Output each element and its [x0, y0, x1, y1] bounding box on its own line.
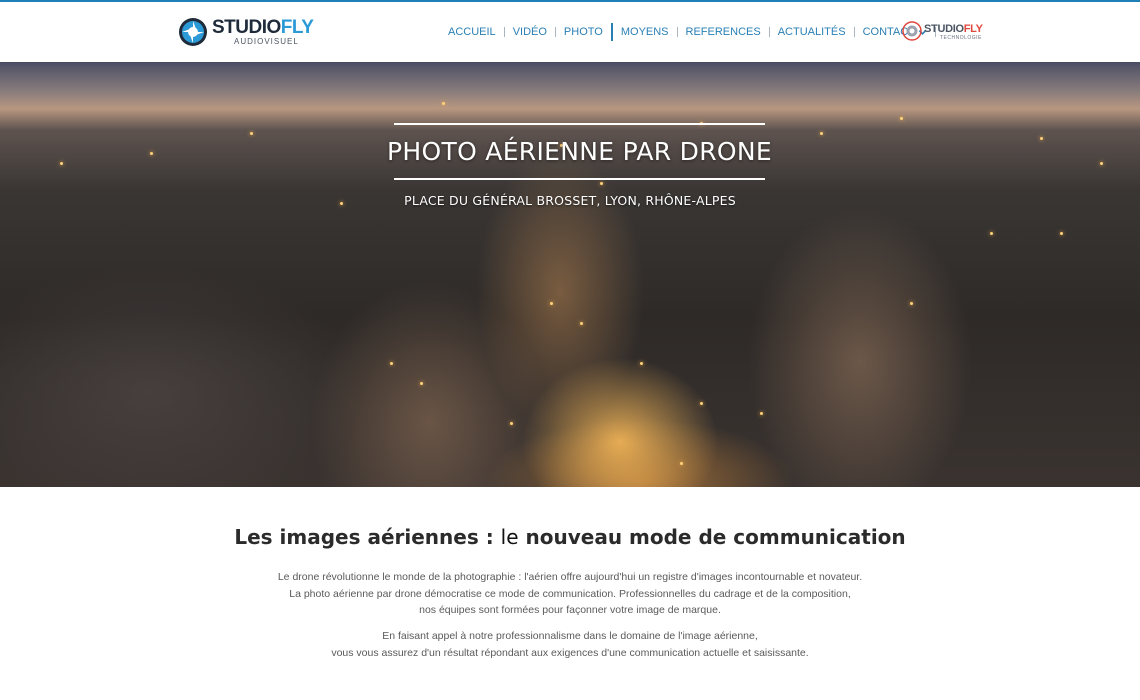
studiofly-technologie-logo[interactable]: STUDIOFLY TECHNOLOGIE	[902, 21, 992, 43]
hero-title-frame: PHOTO AÉRIENNE PAR DRONE	[387, 123, 772, 180]
logo2-name: STUDIO	[924, 23, 964, 35]
main-nav: ACCUEIL VIDÉO PHOTO MOYENS REFERENCES AC…	[440, 20, 936, 44]
nav-item-accueil[interactable]: ACCUEIL	[440, 20, 504, 44]
hero-title: PHOTO AÉRIENNE PAR DRONE	[387, 137, 772, 166]
intro-line: En faisant appel à notre professionnalis…	[382, 630, 758, 642]
section-title-part2: nouveau mode de communication	[518, 525, 906, 549]
logo-subtitle: AUDIOVISUEL	[234, 37, 299, 46]
intro-paragraph-2: En faisant appel à notre professionnalis…	[0, 628, 1140, 661]
logo-accent: FLY	[280, 17, 314, 38]
studiofly-audiovisuel-logo[interactable]: STUDIOFLY AUDIOVISUEL	[178, 17, 318, 49]
section-title-part1: Les images aériennes :	[234, 525, 501, 549]
intro-line: La photo aérienne par drone démocratise …	[289, 587, 851, 600]
logo2-subtitle: TECHNOLOGIE	[940, 35, 982, 41]
section-title-emphasis: le	[500, 525, 519, 549]
logo2-accent: FLY	[963, 23, 983, 35]
hero-banner: PHOTO AÉRIENNE PAR DRONE PLACE DU GÉNÉRA…	[0, 62, 1140, 487]
nav-item-moyens[interactable]: MOYENS	[613, 20, 677, 44]
aperture-logo-icon	[179, 18, 207, 46]
nav-item-actualites[interactable]: ACTUALITÉS	[770, 20, 854, 44]
intro-line: nos équipes sont formées pour façonner v…	[419, 604, 721, 616]
intro-paragraph-1: Le drone révolutionne le monde de la pho…	[0, 569, 1140, 619]
nav-item-references[interactable]: REFERENCES	[678, 20, 769, 44]
aperture-logo-icon	[902, 21, 922, 41]
intro-line: Le drone révolutionne le monde de la pho…	[277, 571, 863, 583]
section-title: Les images aériennes : le nouveau mode d…	[0, 525, 1140, 549]
intro-section: Les images aériennes : le nouveau mode d…	[0, 487, 1140, 700]
site-header: STUDIOFLY AUDIOVISUEL ACCUEIL VIDÉO PHOT…	[0, 0, 1140, 62]
logo2-wordmark: STUDIOFLY	[924, 23, 983, 35]
hero-subtitle: PLACE DU GÉNÉRAL BROSSET, LYON, RHÔNE-AL…	[404, 193, 736, 208]
nav-item-video[interactable]: VIDÉO	[505, 20, 555, 44]
logo-wordmark: STUDIOFLY	[212, 17, 314, 38]
logo-name: STUDIO	[212, 17, 281, 38]
intro-line: vous vous assurez d'un résultat répondan…	[331, 646, 809, 659]
nav-item-photo[interactable]: PHOTO	[556, 20, 611, 44]
